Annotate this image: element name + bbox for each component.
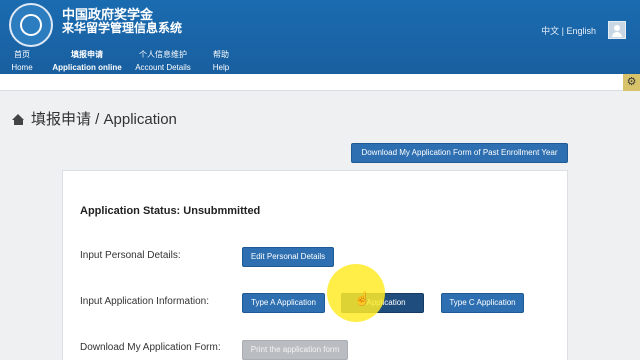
type-a-application-button[interactable]: Type A Application [242,293,325,313]
home-icon[interactable] [12,114,25,125]
application-status: Application Status: Unsubmmitted [80,205,261,217]
nav-help-en: Help [212,63,230,72]
nav-help-zh: 帮助 [213,50,229,59]
sub-toolbar [0,74,640,91]
scholarship-logo [9,3,53,47]
language-switch[interactable]: 中文 | English [541,24,596,37]
personal-details-label: Input Personal Details: [80,250,181,261]
user-avatar-icon[interactable] [608,21,626,39]
download-form-label: Download My Application Form: [80,342,221,353]
nav-application-zh: 填报申请 [71,50,103,59]
print-application-form-button[interactable]: Print the application form [242,340,348,360]
nav-account-details[interactable]: 个人信息维护 Account Details [132,48,194,74]
application-info-label: Input Application Information: [80,296,209,307]
nav-application-online[interactable]: 填报申请 Application online [49,48,125,74]
breadcrumb-text: 填报申请 / Application [31,111,177,128]
type-c-application-button[interactable]: Type C Application [441,293,524,313]
breadcrumb: 填报申请 / Application [12,108,177,129]
top-header: 中国政府奖学金 来华留学管理信息系统 中文 | English 首页 Home … [0,0,640,74]
gear-icon[interactable]: ⚙ [623,74,640,91]
nav-account-zh: 个人信息维护 [139,50,187,59]
nav-home-en: Home [11,63,33,72]
download-past-application-button[interactable]: Download My Application Form of Past Enr… [351,143,568,163]
nav-home[interactable]: 首页 Home [10,48,34,74]
site-title-line2: 来华留学管理信息系统 [62,21,183,35]
hand-cursor-icon: ☝ [354,291,371,306]
nav-account-en: Account Details [135,63,191,72]
nav-home-zh: 首页 [14,50,30,59]
edit-personal-details-button[interactable]: Edit Personal Details [242,247,334,267]
nav-application-en: Application online [52,63,122,72]
nav-help[interactable]: 帮助 Help [209,48,233,74]
